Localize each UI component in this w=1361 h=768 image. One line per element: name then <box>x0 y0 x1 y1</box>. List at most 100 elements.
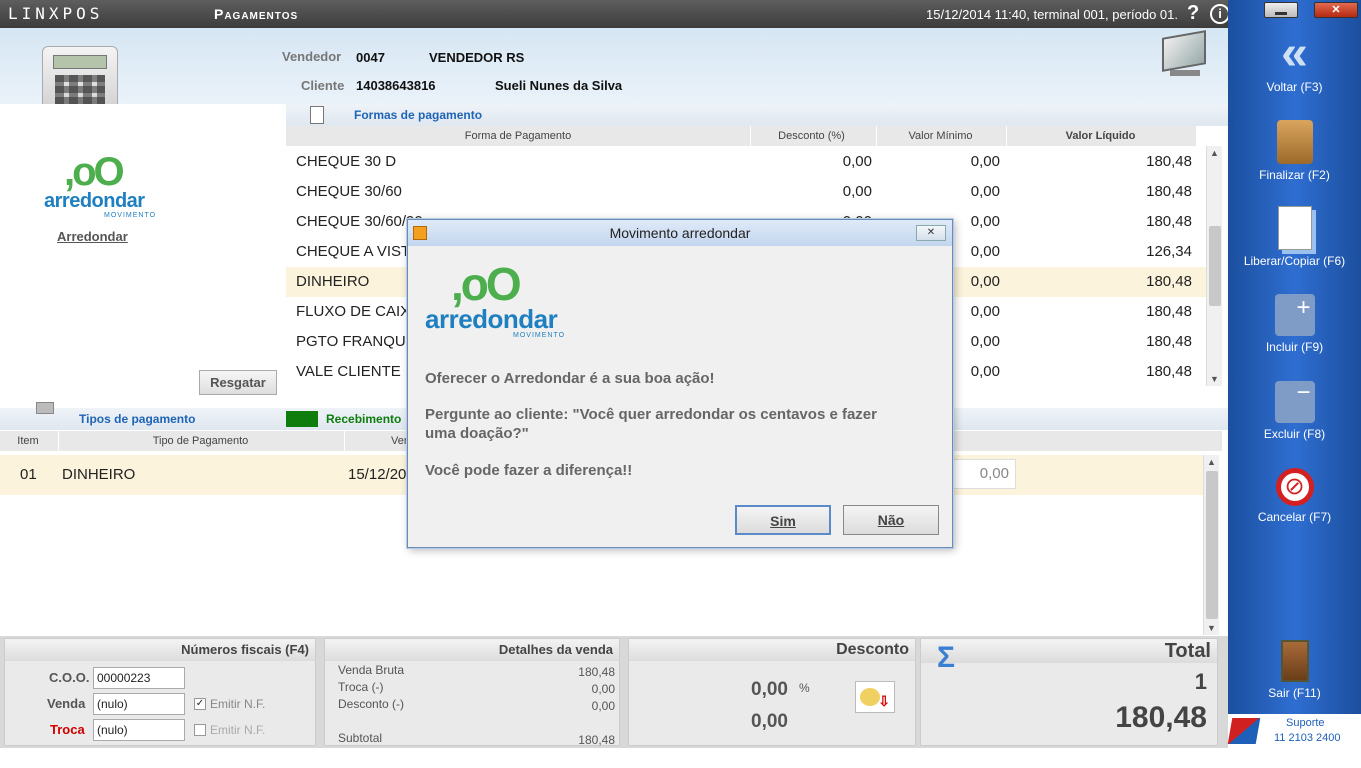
payment-forms-scrollbar[interactable]: ▲ ▼ <box>1206 146 1222 386</box>
dialog-no-button[interactable]: Não <box>843 505 939 535</box>
dialog-message-2b: uma doação?" <box>425 425 529 442</box>
add-card-icon: + <box>1274 294 1315 336</box>
card-icon <box>36 402 54 414</box>
support-box: Suporte 11 2103 2400 <box>1227 714 1361 768</box>
delete-button[interactable]: − Excluir (F8) <box>1228 381 1361 442</box>
payment-form-net-value: 180,48 <box>1146 183 1192 200</box>
back-button[interactable]: « Voltar (F3) <box>1228 27 1361 95</box>
linx-logo-icon <box>1227 718 1261 744</box>
emit-nf-return-checkbox[interactable] <box>194 724 206 736</box>
support-phone: 11 2103 2400 <box>1274 732 1341 744</box>
gross-value: 180,48 <box>578 665 615 679</box>
arredondar-dialog: Movimento arredondar ✕ ,oO arredondar MO… <box>407 219 953 548</box>
include-button[interactable]: + Incluir (F9) <box>1228 294 1361 354</box>
rescue-button[interactable]: Resgatar <box>199 370 277 395</box>
payment-form-discount: 0,00 <box>842 183 872 200</box>
return-sum-value: 0,00 <box>591 682 615 696</box>
sale-header: Vendedor 0047 VENDEDOR RS Cliente 140386… <box>0 28 1228 126</box>
payment-form-net-value: 180,48 <box>1146 213 1192 230</box>
remove-card-icon: − <box>1274 381 1315 423</box>
total-items: 1 <box>1194 669 1207 694</box>
help-icon[interactable]: ? <box>1187 2 1199 25</box>
discount-panel: Desconto 0,00 % 0,00 ⇩ <box>628 638 916 746</box>
payment-form-discount: 0,00 <box>842 153 872 170</box>
title-bar: LINXPOS Pagamentos 15/12/2014 11:40, ter… <box>0 0 1230 28</box>
receipt-label: Recebimento <box>326 412 402 426</box>
left-panel: ,oO arredondar MOVIMENTO Arredondar Resg… <box>0 104 286 404</box>
payment-forms-header: Formas de pagamento <box>286 104 1228 126</box>
payment-types-title: Tipos de pagamento <box>79 412 196 426</box>
dialog-arredondar-logo: ,oO arredondar MOVIMENTO <box>425 258 566 339</box>
payment-type-item: 01 <box>20 466 37 483</box>
info-icon[interactable]: i <box>1210 4 1230 24</box>
sale-input[interactable]: (nulo) <box>93 693 185 715</box>
subtotal-value: 180,48 <box>578 733 615 747</box>
payment-form-net-value: 180,48 <box>1146 363 1192 380</box>
dialog-message-3: Você pode fazer a diferença!! <box>425 462 633 479</box>
copy-document-icon <box>1277 206 1312 250</box>
coo-label: C.O.O. <box>49 670 90 685</box>
exit-button[interactable]: Sair (F11) <box>1228 640 1361 700</box>
delete-label: Excluir (F8) <box>1263 427 1326 441</box>
client-name: Sueli Nunes da Silva <box>495 78 623 93</box>
payment-form-net-value: 180,48 <box>1146 303 1192 320</box>
seller-code: 0047 <box>356 50 385 65</box>
payment-form-row[interactable]: CHEQUE 30/60 0,00 0,00 180,48 <box>286 177 1206 207</box>
minimize-button[interactable] <box>1264 2 1298 18</box>
include-label: Incluir (F9) <box>1265 340 1324 354</box>
seller-name: VENDEDOR RS <box>429 50 525 65</box>
total-value: 180,48 <box>1115 701 1207 734</box>
cancel-label: Cancelar (F7) <box>1257 510 1332 524</box>
dialog-yes-button[interactable]: Sim <box>735 505 831 535</box>
cancel-icon: ⊘ <box>1275 468 1314 506</box>
finish-label: Finalizar (F2) <box>1259 168 1330 182</box>
arredondar-link[interactable]: Arredondar <box>57 229 128 244</box>
seller-label: Vendedor <box>282 49 342 64</box>
close-window-button[interactable]: ✕ <box>1314 2 1358 18</box>
payment-form-min-value: 0,00 <box>970 183 1000 200</box>
payment-form-net-value: 180,48 <box>1146 333 1192 350</box>
rescue-button-label: Resgatar <box>210 375 266 390</box>
sale-details-title: Detalhes da venda <box>325 639 619 661</box>
col-valor-liquido: Valor Líquido <box>1006 126 1194 146</box>
screen-title: Pagamentos <box>214 6 299 22</box>
receipt-indicator <box>286 411 318 427</box>
subtotal-label: Subtotal <box>338 731 383 745</box>
total-title: Total <box>921 639 1217 663</box>
discount-value: 0,00 <box>751 711 788 732</box>
java-app-icon <box>413 226 427 240</box>
client-code: 14038643816 <box>356 78 436 93</box>
payment-form-row[interactable]: CHEQUE 30 D 0,00 0,00 180,48 <box>286 147 1206 177</box>
dialog-message-1: Oferecer o Arredondar é a sua boa ação! <box>425 370 715 387</box>
sale-label: Venda <box>47 696 86 711</box>
coo-input[interactable]: 00000223 <box>93 667 185 689</box>
release-copy-button[interactable]: Liberar/Copiar (F6) <box>1228 206 1361 268</box>
dialog-close-button[interactable]: ✕ <box>916 225 946 241</box>
emit-nf-sale-checkbox[interactable]: ✓ <box>194 698 206 710</box>
emit-nf-return-label: Emitir N.F. <box>210 723 266 737</box>
discount-percent-sign: % <box>799 681 810 695</box>
discount-sum-label: Desconto (-) <box>338 697 405 711</box>
payment-forms-title: Formas de pagamento <box>354 108 483 122</box>
back-label: Voltar (F3) <box>1266 80 1323 94</box>
return-input[interactable]: (nulo) <box>93 719 185 741</box>
release-copy-label: Liberar/Copiar (F6) <box>1243 254 1346 268</box>
support-label: Suporte <box>1286 717 1325 729</box>
back-chevron-icon: « <box>1281 27 1308 80</box>
payment-types-scrollbar[interactable]: ▲ ▼ <box>1203 455 1219 635</box>
sigma-icon: Σ <box>937 641 956 674</box>
col-valor-minimo: Valor Mínimo <box>876 126 1004 146</box>
action-sidebar: ✕ « Voltar (F3) Finalizar (F2) Liberar/C… <box>1227 0 1361 768</box>
finish-button[interactable]: Finalizar (F2) <box>1228 120 1361 182</box>
gross-label: Venda Bruta <box>338 663 405 677</box>
fiscal-title: Números fiscais (F4) <box>5 639 315 661</box>
col-tipo: Tipo de Pagamento <box>58 431 342 451</box>
col-desconto: Desconto (%) <box>750 126 872 146</box>
discount-coins-icon[interactable]: ⇩ <box>855 681 895 713</box>
total-panel: Total Σ 1 180,48 <box>920 638 1218 746</box>
payment-form-net-value: 180,48 <box>1146 273 1192 290</box>
discount-percent: 0,00 <box>751 679 788 700</box>
dialog-message-2a: Pergunte ao cliente: "Você quer arredond… <box>425 406 877 423</box>
payment-form-name: CHEQUE 30 D <box>296 153 397 170</box>
cancel-button[interactable]: ⊘ Cancelar (F7) <box>1228 468 1361 524</box>
